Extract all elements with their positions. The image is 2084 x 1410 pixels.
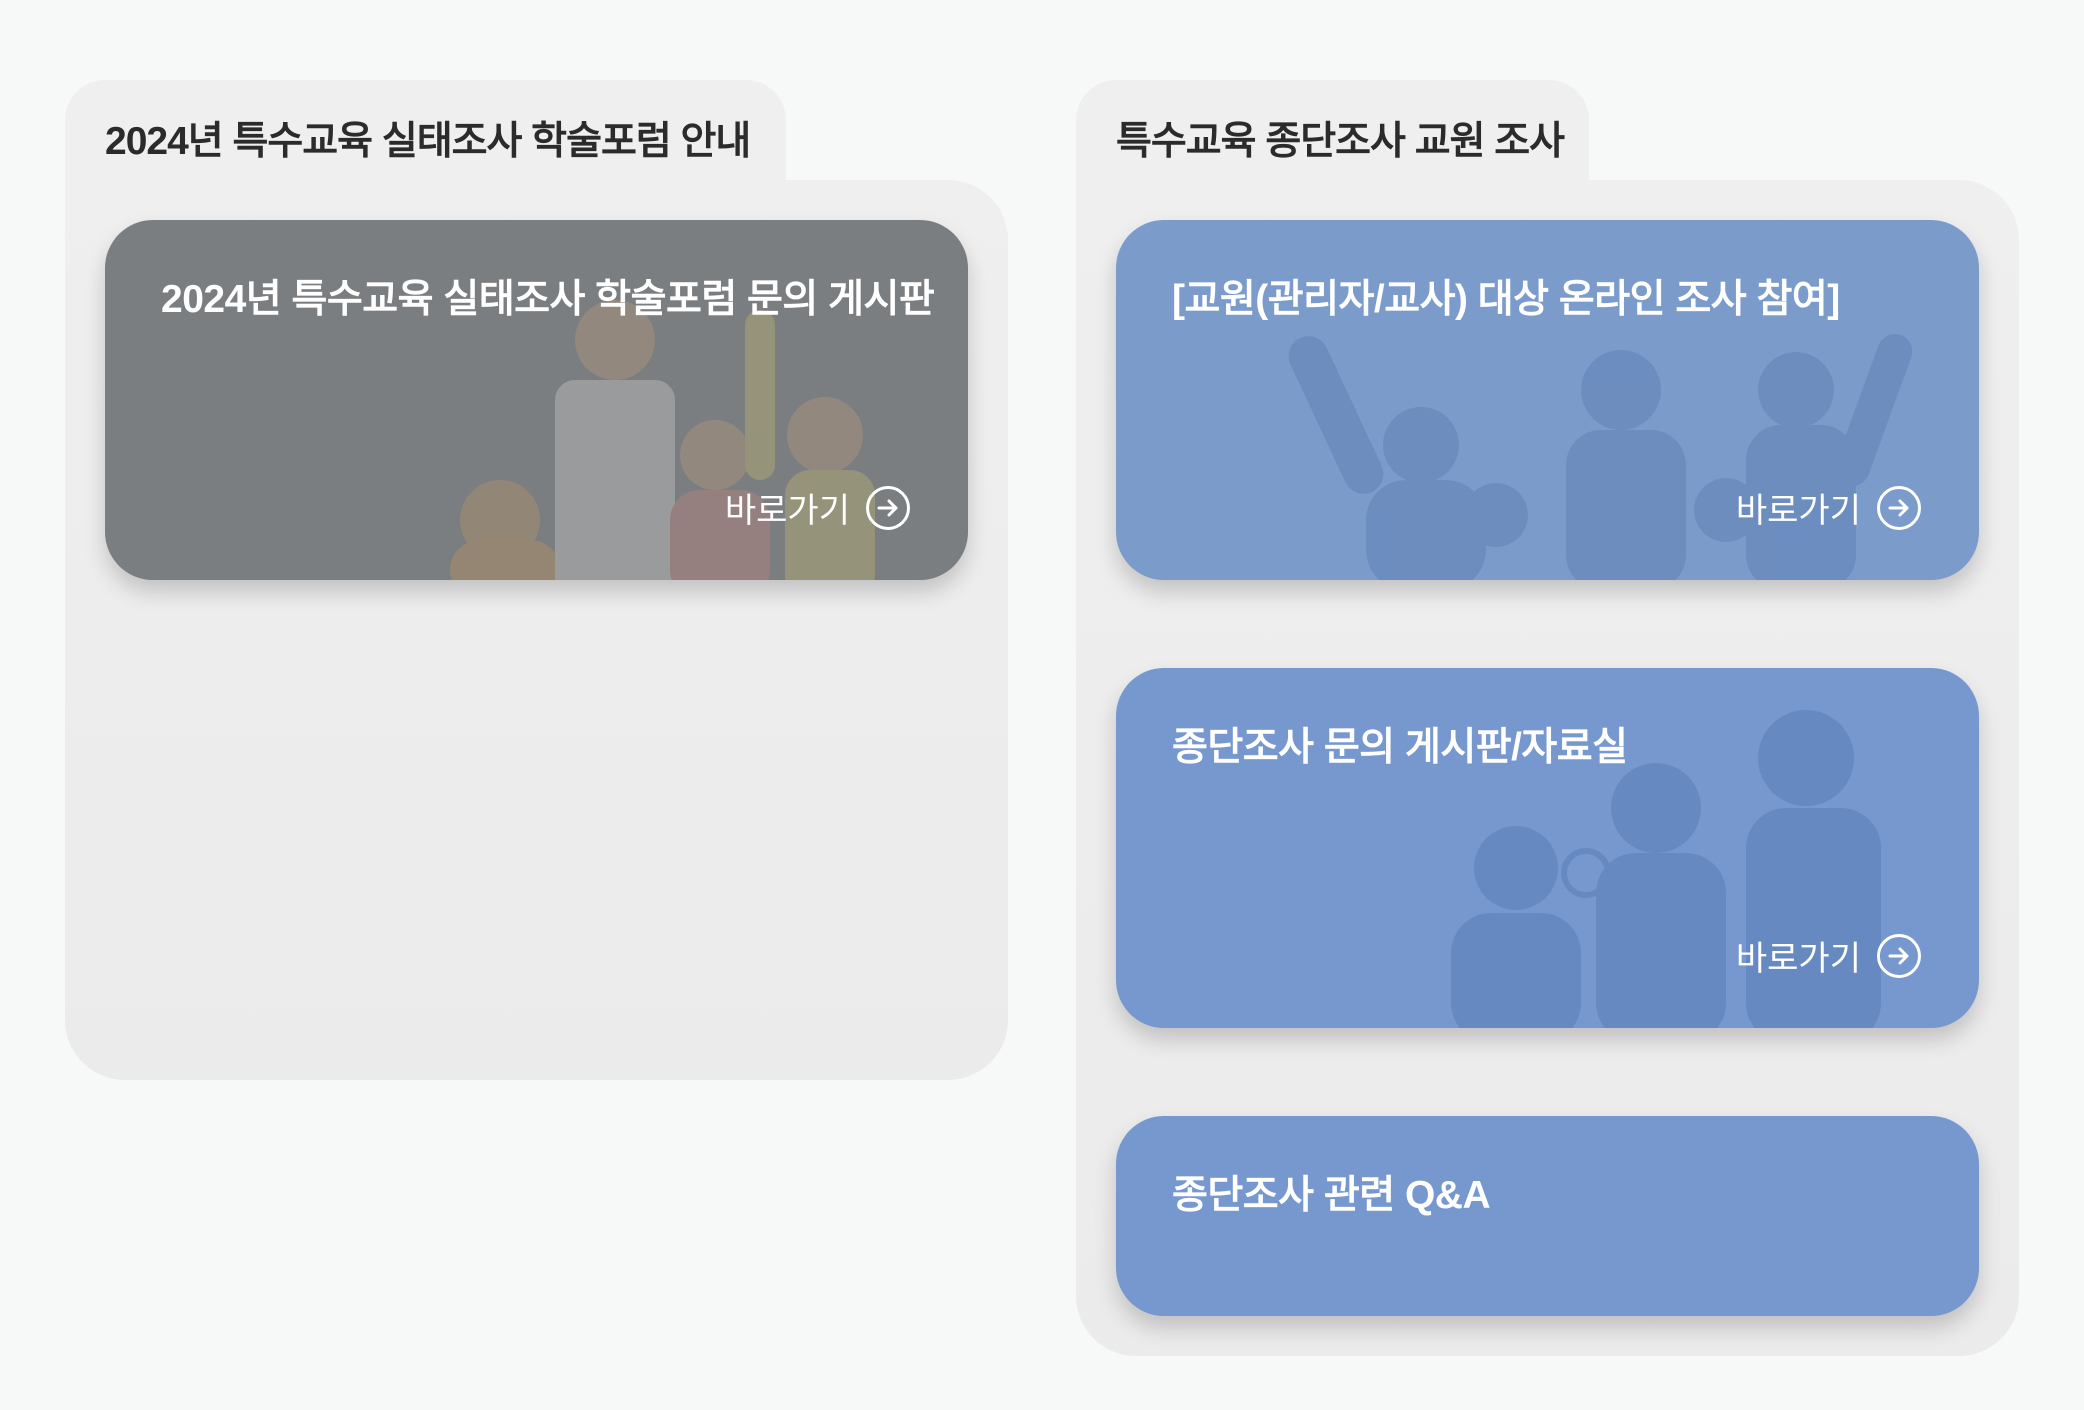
inquiry-archive-card[interactable]: 종단조사 문의 게시판/자료실 바로가기 <box>1116 668 1979 1028</box>
online-survey-card[interactable]: [교원(관리자/교사) 대상 온라인 조사 참여] 바로가기 <box>1116 220 1979 580</box>
forum-panel-title: 2024년 특수교육 실태조사 학술포럼 안내 <box>65 80 786 190</box>
longitudinal-panel-title: 특수교육 종단조사 교원 조사 <box>1076 80 1589 190</box>
arrow-right-circle-icon <box>866 485 910 530</box>
qna-title: 종단조사 관련 Q&A <box>1172 1174 1491 1217</box>
forum-inquiry-board-link[interactable]: 바로가기 <box>725 483 910 532</box>
online-survey-title: [교원(관리자/교사) 대상 온라인 조사 참여] <box>1172 278 1840 321</box>
forum-inquiry-board-card[interactable]: 2024년 특수교육 실태조사 학술포럼 문의 게시판 바로가기 <box>105 220 968 580</box>
inquiry-archive-link[interactable]: 바로가기 <box>1736 931 1921 980</box>
qna-card[interactable]: 종단조사 관련 Q&A <box>1116 1116 1979 1316</box>
arrow-right-circle-icon <box>1877 933 1921 978</box>
inquiry-archive-title: 종단조사 문의 게시판/자료실 <box>1172 726 1628 769</box>
longitudinal-panel: 특수교육 종단조사 교원 조사 [교원(관리자/교사) 대상 온라인 조사 참여… <box>1076 80 2019 1356</box>
forum-inquiry-board-title: 2024년 특수교육 실태조사 학술포럼 문의 게시판 <box>161 278 935 321</box>
forum-panel: 2024년 특수교육 실태조사 학술포럼 안내 2024년 특수교육 실태조사 … <box>65 80 1008 1080</box>
arrow-right-circle-icon <box>1877 485 1921 530</box>
online-survey-link[interactable]: 바로가기 <box>1736 483 1921 532</box>
inquiry-archive-link-label: 바로가기 <box>1735 940 1861 978</box>
online-survey-link-label: 바로가기 <box>1735 492 1861 530</box>
forum-inquiry-board-link-label: 바로가기 <box>724 492 850 530</box>
